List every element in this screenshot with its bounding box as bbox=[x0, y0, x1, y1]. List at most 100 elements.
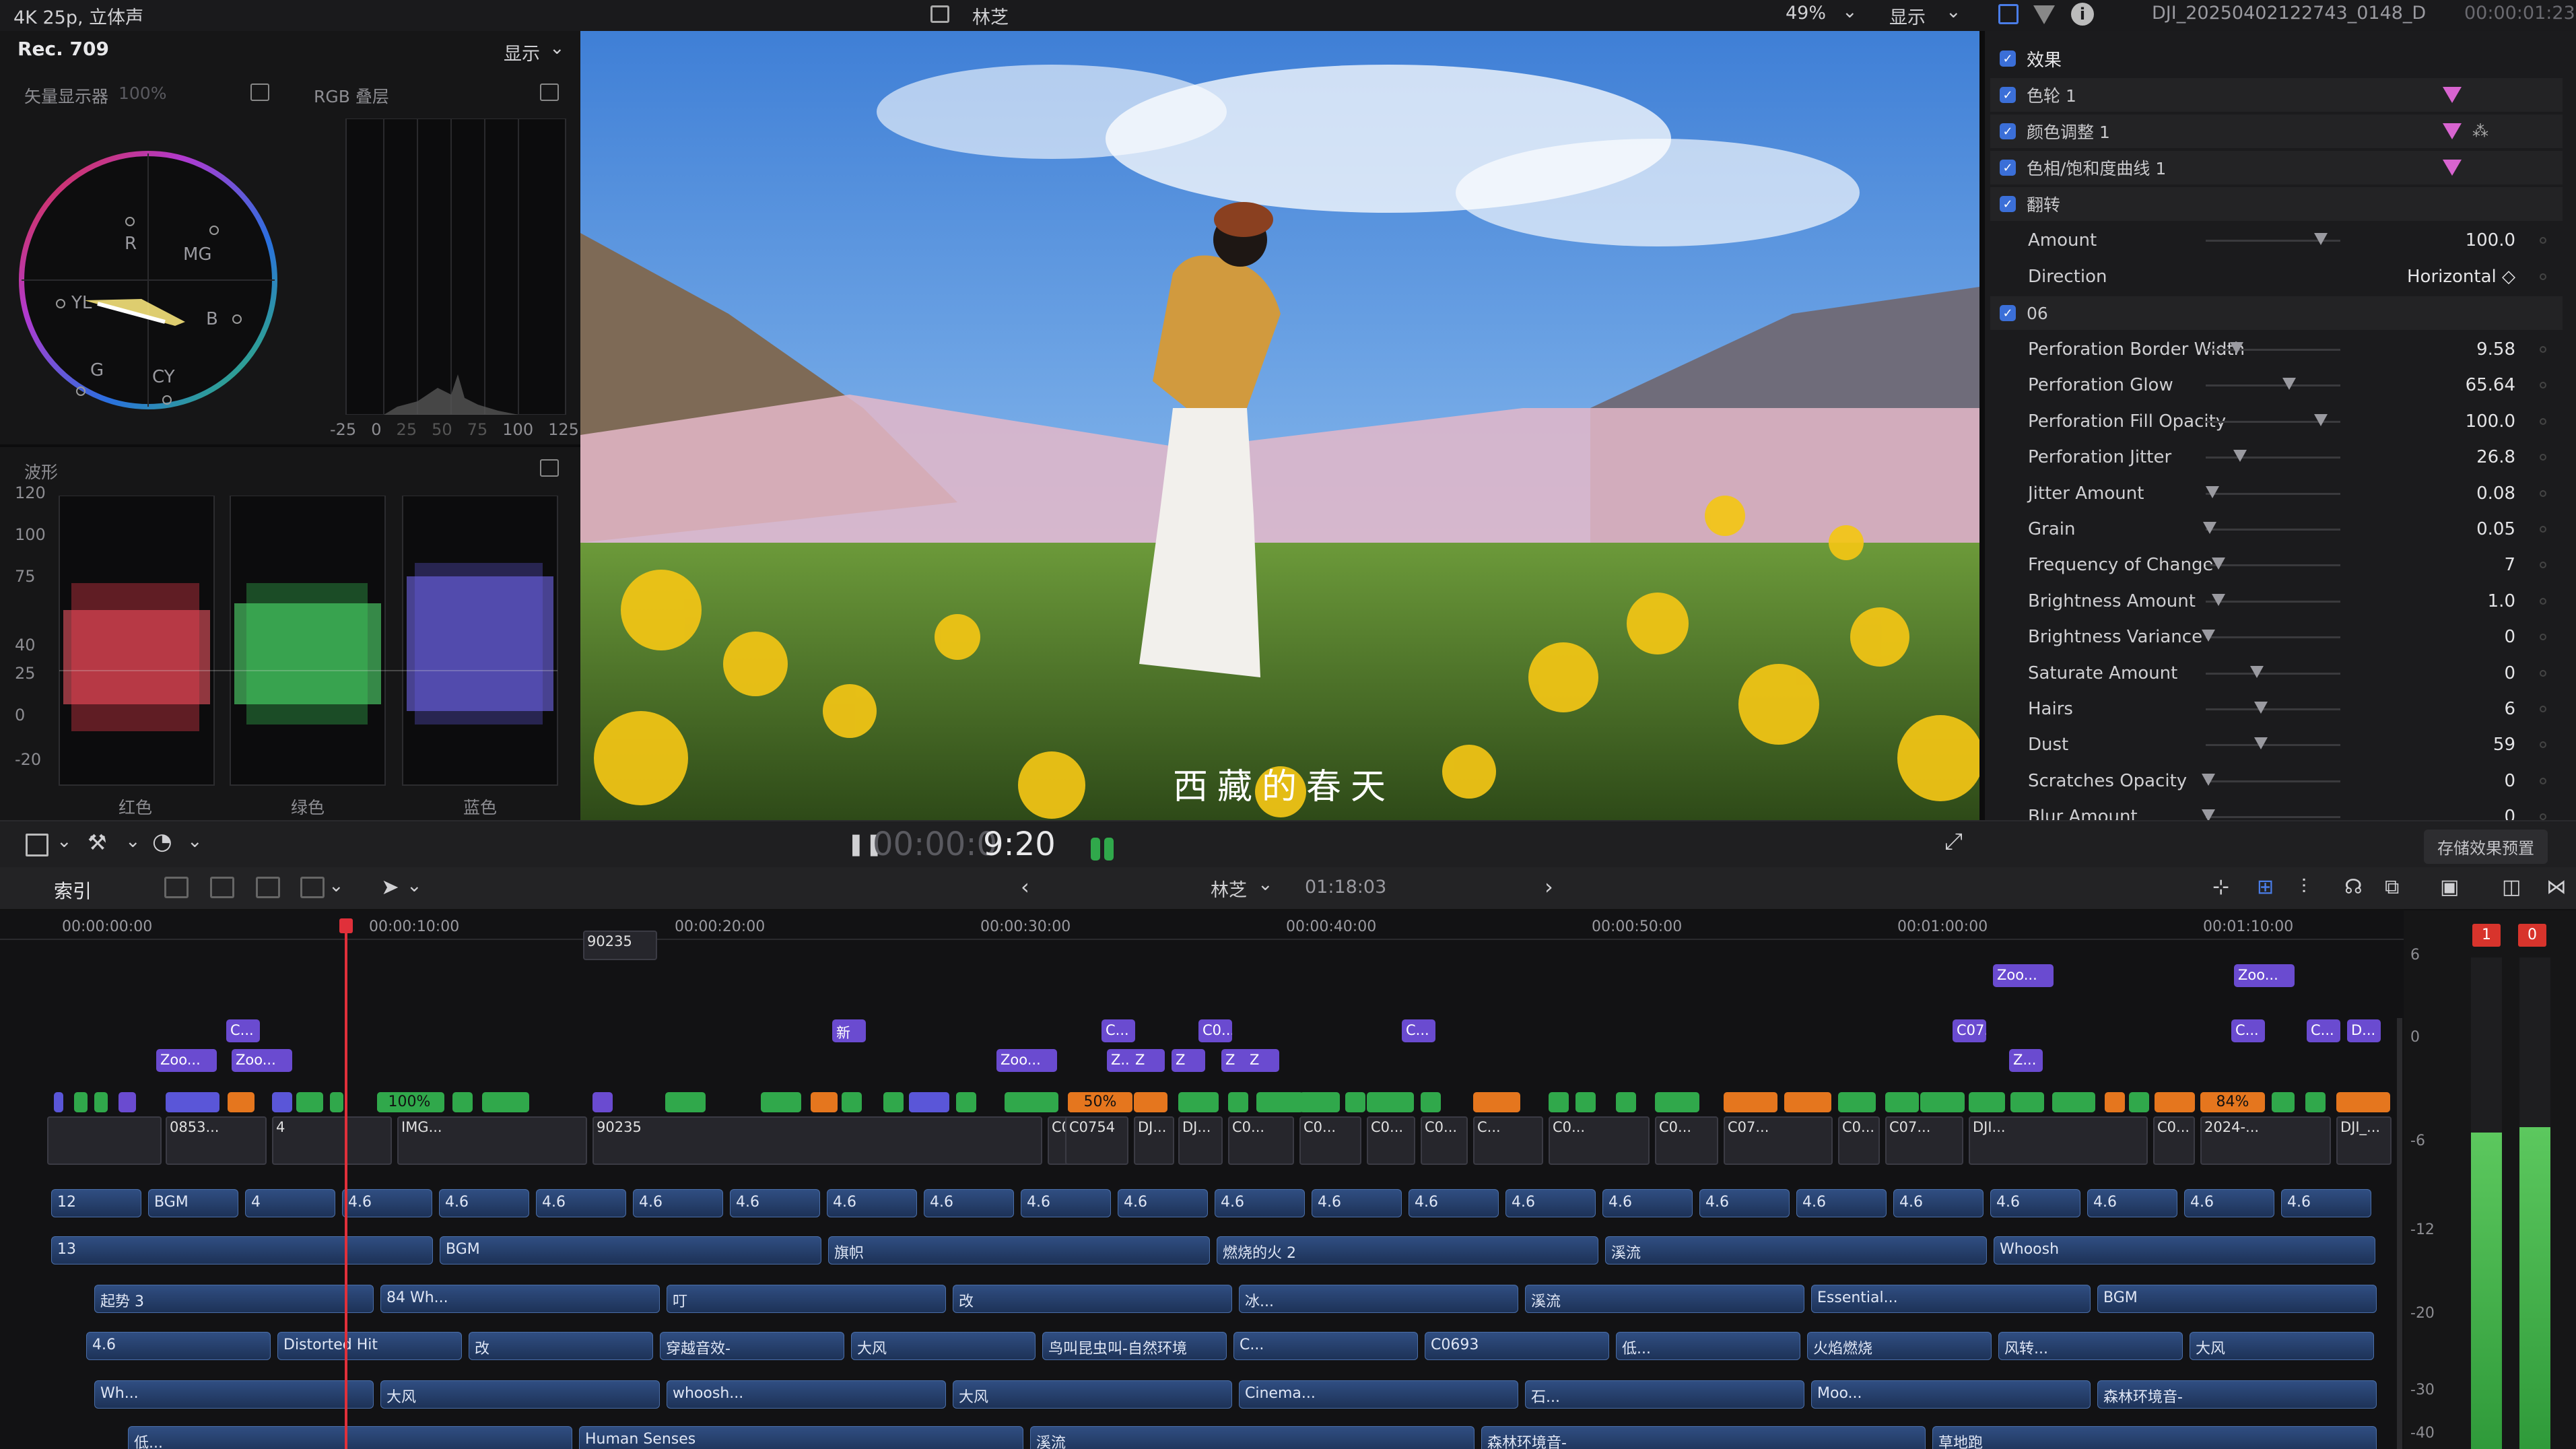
audio-clip[interactable]: 旗帜 bbox=[828, 1236, 1210, 1265]
scope-settings-icon[interactable] bbox=[250, 83, 269, 101]
connected-clip[interactable]: Z bbox=[1246, 1049, 1279, 1072]
keyframe-icon[interactable] bbox=[2540, 741, 2546, 749]
chevron-down-icon[interactable]: ⌄ bbox=[329, 875, 344, 896]
audio-clip[interactable]: 改 bbox=[953, 1285, 1232, 1313]
param-value[interactable]: 0 bbox=[2504, 627, 2515, 647]
param-value[interactable]: 26.8 bbox=[2476, 447, 2515, 467]
param-row[interactable]: Saturate Amount 0 bbox=[1990, 656, 2563, 690]
filter-icon[interactable] bbox=[2033, 5, 2055, 24]
audio-clip[interactable]: 4.6 bbox=[1021, 1189, 1111, 1217]
param-value[interactable]: 0.08 bbox=[2476, 483, 2515, 504]
storyline-clip[interactable]: 2024-... bbox=[2200, 1116, 2331, 1165]
param-row[interactable]: Blur Amount 0 bbox=[1990, 800, 2563, 820]
audio-clip[interactable]: Wh... bbox=[94, 1380, 374, 1409]
slider-knob[interactable] bbox=[2229, 342, 2243, 354]
audio-clip[interactable]: 溪流 bbox=[1605, 1236, 1987, 1265]
param-row[interactable]: Jitter Amount 0.08 bbox=[1990, 477, 2563, 510]
checkbox-icon[interactable]: ✓ bbox=[2000, 123, 2016, 139]
scope-settings-icon[interactable] bbox=[540, 459, 559, 477]
chevron-down-icon[interactable]: ⌄ bbox=[407, 875, 422, 896]
audio-clip[interactable]: whoosh... bbox=[667, 1380, 946, 1409]
param-row[interactable]: Frequency of Change 7 bbox=[1990, 548, 2563, 582]
audio-clip[interactable]: 低... bbox=[128, 1426, 572, 1449]
param-value[interactable]: 0 bbox=[2504, 807, 2515, 820]
connected-clip[interactable]: Zoo... bbox=[1993, 964, 2054, 987]
param-slider[interactable] bbox=[2206, 413, 2340, 426]
audio-clip[interactable]: C... bbox=[1233, 1332, 1418, 1360]
audio-clip[interactable]: 起势 3 bbox=[94, 1285, 374, 1313]
clip-appearance-icon[interactable]: ▣ bbox=[2440, 875, 2459, 899]
storyline-clip[interactable]: C... bbox=[1473, 1116, 1543, 1165]
slider-knob[interactable] bbox=[2201, 809, 2215, 820]
chevron-down-icon[interactable]: ⌄ bbox=[187, 831, 203, 852]
keyframe-icon[interactable] bbox=[2540, 777, 2546, 784]
scope-settings-icon[interactable] bbox=[540, 83, 559, 101]
color-mask-icon[interactable] bbox=[2443, 123, 2462, 139]
param-row[interactable]: Brightness Amount 1.0 bbox=[1990, 584, 2563, 618]
slider-knob[interactable] bbox=[2314, 413, 2328, 426]
chevron-down-icon[interactable]: ⌄ bbox=[125, 831, 141, 852]
audio-clip[interactable]: 大风 bbox=[953, 1380, 1232, 1409]
retime-percent[interactable]: 100% bbox=[377, 1092, 442, 1112]
audio-clip[interactable]: 4.6 bbox=[924, 1189, 1014, 1217]
connected-clip[interactable]: C... bbox=[1402, 1019, 1435, 1042]
transitions-browser-icon[interactable]: ⋈ bbox=[2546, 875, 2567, 899]
effect-flip[interactable]: ✓ 翻转 bbox=[1990, 187, 2563, 221]
storyline-clip[interactable]: C0... bbox=[1838, 1116, 1880, 1165]
audio-clip[interactable]: 4.6 bbox=[1893, 1189, 1984, 1217]
param-row[interactable]: Dust 59 bbox=[1990, 728, 2563, 762]
keyframe-icon[interactable] bbox=[2540, 813, 2546, 820]
audio-clip[interactable]: 低... bbox=[1616, 1332, 1800, 1360]
param-value[interactable]: 0 bbox=[2504, 771, 2515, 791]
effect-06[interactable]: ✓ 06 bbox=[1990, 296, 2563, 330]
connected-clip[interactable]: Zoo... bbox=[156, 1049, 217, 1072]
audio-clip[interactable]: 4.6 bbox=[633, 1189, 723, 1217]
param-slider[interactable] bbox=[2206, 450, 2340, 463]
param-row[interactable]: Amount 100.0 bbox=[1990, 224, 2563, 257]
audio-clip[interactable]: 叮 bbox=[667, 1285, 946, 1313]
audio-clip[interactable]: 4.6 bbox=[2281, 1189, 2371, 1217]
keyframe-icon[interactable] bbox=[2540, 382, 2546, 389]
param-value[interactable]: 65.64 bbox=[2466, 375, 2515, 395]
param-row[interactable]: Hairs 6 bbox=[1990, 692, 2563, 726]
slider-knob[interactable] bbox=[2205, 485, 2219, 498]
checkbox-icon[interactable]: ✓ bbox=[2000, 50, 2016, 67]
connected-clip[interactable]: C... bbox=[226, 1019, 260, 1042]
param-row[interactable]: Grain 0.05 bbox=[1990, 512, 2563, 546]
effects-header[interactable]: ✓ 效果 bbox=[1990, 42, 2563, 75]
save-effect-preset-button[interactable]: 存储效果预置 bbox=[2424, 830, 2548, 864]
effect-color-wheels[interactable]: ✓ 色轮 1 bbox=[1990, 78, 2563, 112]
param-value[interactable]: 100.0 bbox=[2466, 411, 2515, 432]
param-slider[interactable] bbox=[2206, 378, 2340, 391]
storyline-clip[interactable]: 4 bbox=[272, 1116, 392, 1165]
connected-clip[interactable]: Zoo... bbox=[996, 1049, 1057, 1072]
audio-clip[interactable]: 4.6 bbox=[1215, 1189, 1305, 1217]
timeline-scrollbar[interactable] bbox=[2397, 1018, 2402, 1449]
audio-clip[interactable]: 4.6 bbox=[342, 1189, 432, 1217]
audio-clip[interactable]: 穿越音效- bbox=[660, 1332, 844, 1360]
playhead-handle[interactable] bbox=[339, 918, 353, 933]
back-arrow-icon[interactable]: ‹ bbox=[1021, 874, 1029, 900]
chevron-down-icon[interactable]: ⌄ bbox=[1258, 874, 1273, 895]
keyframe-icon[interactable] bbox=[2540, 526, 2546, 533]
checkbox-icon[interactable]: ✓ bbox=[2000, 196, 2016, 212]
param-row[interactable]: Perforation Fill Opacity 100.0 bbox=[1990, 405, 2563, 438]
audio-clip[interactable]: 森林环境音- bbox=[2097, 1380, 2377, 1409]
speed-icon[interactable]: ◔ bbox=[152, 828, 172, 855]
slider-knob[interactable] bbox=[2202, 522, 2216, 534]
storyline-clip[interactable]: C07... bbox=[1724, 1116, 1833, 1165]
keyframe-icon[interactable] bbox=[2540, 634, 2546, 641]
connected-clip[interactable]: Z... bbox=[2009, 1049, 2043, 1072]
audio-clip[interactable]: 4.6 bbox=[730, 1189, 820, 1217]
audio-clip[interactable]: 4.6 bbox=[1409, 1189, 1499, 1217]
connected-clip[interactable]: D... bbox=[2347, 1019, 2381, 1042]
storyline-clip[interactable]: DJ... bbox=[1178, 1116, 1223, 1165]
param-slider[interactable] bbox=[2206, 737, 2340, 750]
zoom-dropdown[interactable]: 49% bbox=[1786, 3, 1826, 24]
storyline-clip[interactable]: C0... bbox=[2153, 1116, 2195, 1165]
connected-clip[interactable]: 新 bbox=[832, 1019, 866, 1042]
param-row[interactable]: Perforation Border Width 9.58 bbox=[1990, 333, 2563, 366]
param-slider[interactable] bbox=[2206, 593, 2340, 606]
audio-clip[interactable]: 大风 bbox=[2190, 1332, 2374, 1360]
keyframe-icon[interactable] bbox=[2540, 706, 2546, 712]
